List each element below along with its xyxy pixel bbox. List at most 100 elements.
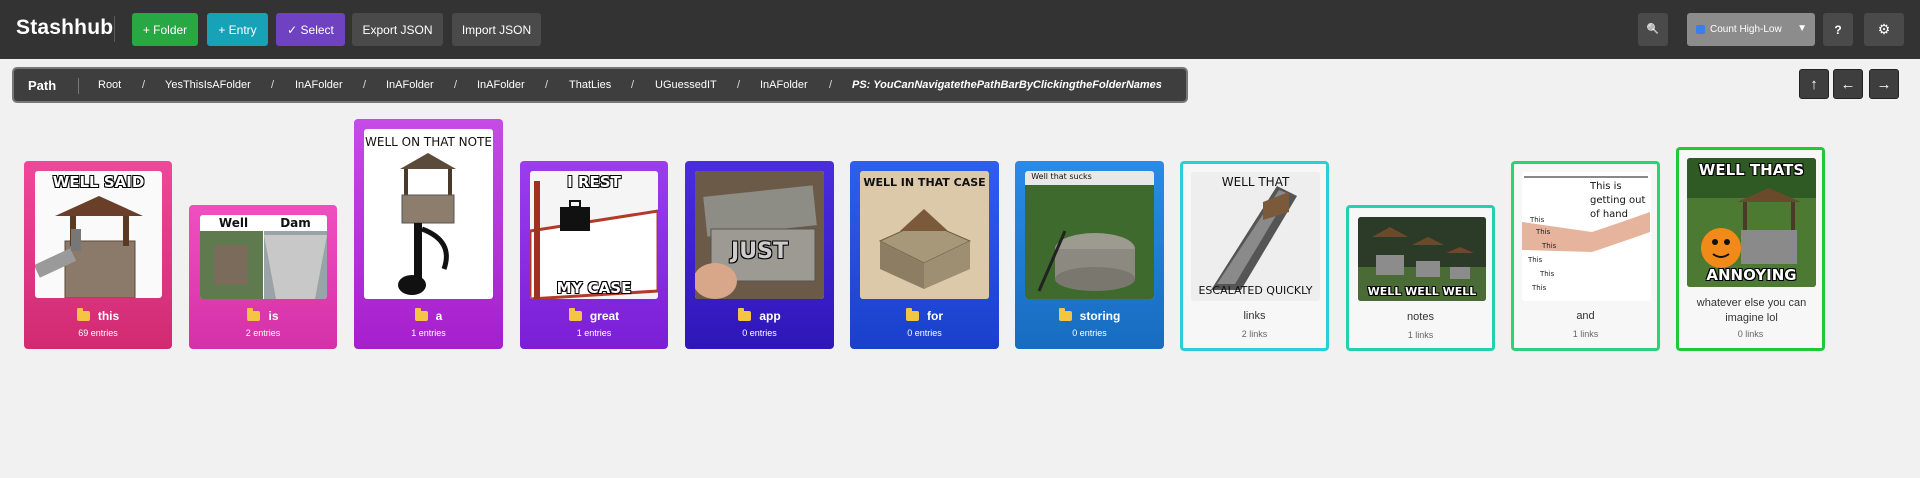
breadcrumb-separator: / [829,79,833,91]
arrow-left-icon: ← [1840,75,1856,93]
svg-text:This: This [1531,284,1547,292]
folder-card[interactable]: Well Dam is 2 entries [189,205,337,349]
meme-caption-top: I REST [567,173,621,191]
card-count: 1 links [1572,329,1599,339]
folder-thumbnail: WELL ON THAT NOTE [364,129,493,299]
import-json-button[interactable]: Import JSON [452,13,541,46]
card-title: great [520,308,668,323]
up-button[interactable]: ↑ [1799,69,1829,99]
card-count: 2 entries [245,328,281,338]
link-card[interactable]: This This This This This This This is ge… [1511,161,1660,351]
card-title: notes [1407,311,1434,323]
link-card[interactable]: WELL WELL WELL notes 1 links [1346,205,1495,351]
meme-caption-top: WELL THAT [1221,175,1290,189]
meme-caption: WELL IN THAT CASE [863,176,986,189]
well-note-image [398,153,456,295]
svg-text:This: This [1539,270,1555,278]
svg-text:This: This [1529,216,1545,224]
sort-select[interactable]: Count High-Low ▼ [1687,13,1815,46]
export-json-button[interactable]: Export JSON [352,13,443,46]
breadcrumb-item[interactable]: YesThisIsAFolder [165,79,251,91]
path-divider [78,78,79,94]
arrow-up-icon: ↑ [1810,75,1818,93]
meme-caption: WELL ON THAT NOTE [365,135,492,149]
forward-button[interactable]: → [1869,69,1899,99]
folder-icon [738,308,752,321]
folder-thumbnail: WELL IN THAT CASE [860,171,989,299]
folder-card[interactable]: I REST MY CASE great 1 entries [520,161,668,349]
gear-icon: ⚙ [1877,21,1891,37]
breadcrumb-item-root[interactable]: Root [98,79,121,91]
card-count: 0 entries [907,328,942,338]
card-count: 0 entries [742,328,777,338]
add-entry-button[interactable]: + Entry [207,13,268,46]
add-folder-button[interactable]: + Folder [132,13,198,46]
just-briefcase-image [695,171,824,299]
folder-thumbnail: Well Dam [200,215,327,299]
select-button[interactable]: ✓ Select [276,13,345,46]
back-button[interactable]: ← [1833,69,1863,99]
card-count: 1 entries [411,328,446,338]
escalator-image [1191,172,1320,301]
toolbar-divider [114,16,115,42]
breadcrumb-item-current[interactable]: PS: YouCanNavigatethePathBarByClickingth… [852,79,1162,91]
well-case-image [860,171,989,299]
card-count: 69 entries [78,328,118,338]
sort-label: Count High-Low [1710,24,1782,35]
breadcrumb-item[interactable]: InAFolder [760,79,808,91]
meme-caption: Well that sucks [1031,172,1092,181]
folder-card[interactable]: WELL SAID this 69 entries [24,161,172,349]
card-title: storing [1015,308,1164,323]
search-button[interactable]: 🔍 [1638,13,1668,46]
card-title: whatever else you can imagine lol [1696,297,1807,324]
breadcrumb-separator: / [545,79,549,91]
link-card[interactable]: WELL THAT ESCALATED QUICKLY links 2 link… [1180,161,1329,351]
folder-icon [568,308,582,321]
card-title: for [850,308,999,323]
breadcrumb-item[interactable]: InAFolder [295,79,343,91]
card-count: 2 links [1241,329,1268,339]
meme-caption: This is getting out of hand [1590,181,1646,220]
meme-caption-bottom: MY CASE [556,279,632,297]
breadcrumb-item[interactable]: UGuessedIT [655,79,717,91]
folder-card[interactable]: WELL ON THAT NOTE a 1 entries [354,119,503,349]
breadcrumb-separator: / [454,79,458,91]
breadcrumb-item[interactable]: ThatLies [569,79,611,91]
top-bar: Stashhub + Folder + Entry ✓ Select Expor… [0,0,1920,59]
meme-caption-right: Dam [280,216,311,230]
folder-icon [76,308,90,321]
help-button[interactable]: ? [1823,13,1853,46]
meme-caption-top: WELL THATS [1698,161,1805,179]
card-title: links [1243,310,1266,322]
folder-thumbnail: JUST [695,171,824,299]
breadcrumb-item[interactable]: InAFolder [386,79,434,91]
card-title: this [24,308,172,323]
folder-card[interactable]: WELL IN THAT CASE for 0 entries [850,161,999,349]
folder-card[interactable]: Well that sucks storing 0 entries [1015,161,1164,349]
meme-caption: WELL WELL WELL [1367,285,1477,298]
card-title: and [1576,310,1595,322]
sort-icon [1696,25,1705,34]
well-sucks-image [1025,171,1154,299]
breadcrumb-item[interactable]: InAFolder [477,79,525,91]
link-card[interactable]: WELL THATS ANNOYING whatever else you ca… [1676,147,1825,351]
card-title: is [189,308,337,323]
folder-icon [414,308,428,321]
link-thumbnail: This This This This This This This is ge… [1522,172,1651,301]
meme-caption: JUST [731,239,788,264]
path-bar: Path Root / YesThisIsAFolder / InAFolder… [12,67,1188,103]
folder-icon [906,308,919,321]
breadcrumb-separator: / [737,79,741,91]
meme-caption-bottom: ANNOYING [1706,266,1797,284]
path-label: Path [28,78,57,93]
svg-text:This: This [1541,242,1557,250]
settings-button[interactable]: ⚙ [1864,13,1904,46]
meme-caption: WELL SAID [52,173,145,191]
breadcrumb-separator: / [631,79,635,91]
card-count: 0 links [1737,329,1764,339]
card-title: app [685,308,834,323]
breadcrumb-separator: / [363,79,367,91]
folder-card[interactable]: JUST app 0 entries [685,161,834,349]
svg-text:This: This [1527,256,1543,264]
folder-thumbnail: I REST MY CASE [530,171,658,299]
